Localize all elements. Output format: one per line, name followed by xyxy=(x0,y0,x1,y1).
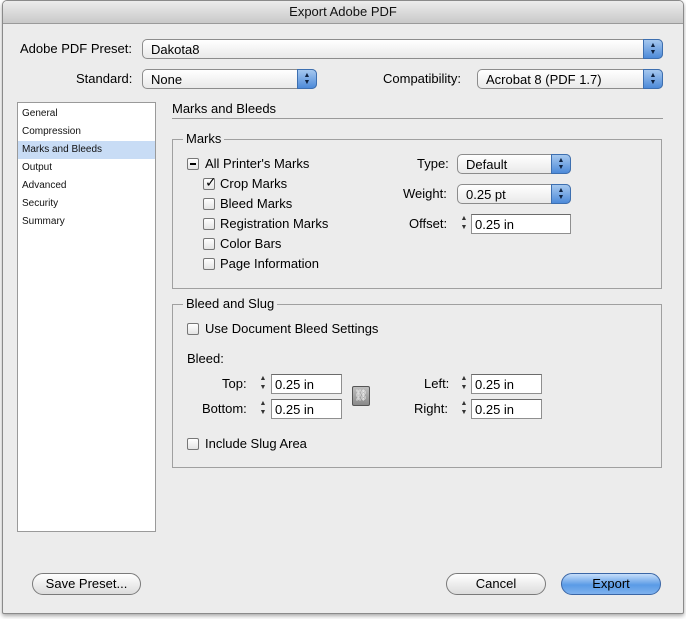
top-label: Top: xyxy=(222,376,247,391)
include-slug-checkbox[interactable] xyxy=(187,438,199,450)
preset-popup[interactable]: Dakota8 ▲ ▼ xyxy=(142,39,663,59)
window-title: Export Adobe PDF xyxy=(3,1,683,24)
sidebar-item-summary[interactable]: Summary xyxy=(18,213,155,231)
popup-arrows-icon: ▲ ▼ xyxy=(551,184,571,204)
right-value: 0.25 in xyxy=(475,402,515,417)
left-stepper-icon[interactable]: ▲ ▼ xyxy=(458,374,470,394)
crop-marks-label: Crop Marks xyxy=(220,176,288,191)
crop-marks-checkbox[interactable]: ✓ xyxy=(203,174,217,190)
compatibility-popup[interactable]: Acrobat 8 (PDF 1.7) ▲ ▼ xyxy=(477,69,663,89)
page-information-checkbox[interactable] xyxy=(203,258,215,270)
marks-group-label: Marks xyxy=(183,131,225,146)
category-list: General Compression Marks and Bleeds Out… xyxy=(17,102,156,532)
compatibility-value: Acrobat 8 (PDF 1.7) xyxy=(486,72,602,87)
offset-label: Offset: xyxy=(409,216,448,231)
bottom-label: Bottom: xyxy=(202,401,247,416)
preset-value: Dakota8 xyxy=(151,42,200,57)
right-label: Right: xyxy=(414,401,448,416)
type-value: Default xyxy=(466,157,508,172)
bleed-slug-group-label: Bleed and Slug xyxy=(183,296,278,311)
popup-arrows-icon: ▲ ▼ xyxy=(643,69,663,89)
sidebar-item-output[interactable]: Output xyxy=(18,159,155,177)
include-slug-label: Include Slug Area xyxy=(205,436,307,451)
bottom-value: 0.25 in xyxy=(275,402,315,417)
right-stepper-icon[interactable]: ▲ ▼ xyxy=(458,399,470,419)
weight-popup[interactable]: 0.25 pt ▲ ▼ xyxy=(457,184,571,204)
section-title: Marks and Bleeds xyxy=(172,101,277,116)
bleed-label: Bleed: xyxy=(187,351,224,366)
section-divider xyxy=(172,118,663,119)
all-printers-marks-checkbox[interactable] xyxy=(187,158,199,170)
preset-label: Adobe PDF Preset: xyxy=(20,41,132,56)
bleed-marks-label: Bleed Marks xyxy=(220,196,293,211)
color-bars-label: Color Bars xyxy=(220,236,282,251)
export-button[interactable]: Export xyxy=(561,573,661,595)
sidebar-item-advanced[interactable]: Advanced xyxy=(18,177,155,195)
standard-popup[interactable]: None ▲ ▼ xyxy=(142,69,317,89)
type-label: Type: xyxy=(417,156,449,171)
compatibility-label: Compatibility: xyxy=(383,71,462,86)
all-printers-marks-label: All Printer's Marks xyxy=(205,156,310,171)
checkmark-icon: ✓ xyxy=(205,174,217,190)
export-pdf-dialog: Export Adobe PDF Adobe PDF Preset: Dakot… xyxy=(2,0,684,614)
use-document-bleed-checkbox[interactable] xyxy=(187,323,199,335)
mixed-state-icon xyxy=(190,163,196,165)
sidebar-item-compression[interactable]: Compression xyxy=(18,123,155,141)
right-field[interactable]: 0.25 in xyxy=(471,399,542,419)
popup-arrows-icon: ▲ ▼ xyxy=(297,69,317,89)
standard-value: None xyxy=(151,72,183,87)
top-field[interactable]: 0.25 in xyxy=(271,374,342,394)
cancel-button[interactable]: Cancel xyxy=(446,573,546,595)
use-document-bleed-label: Use Document Bleed Settings xyxy=(205,321,379,336)
registration-marks-checkbox[interactable] xyxy=(203,218,215,230)
left-value: 0.25 in xyxy=(475,377,515,392)
left-field[interactable]: 0.25 in xyxy=(471,374,542,394)
offset-field[interactable]: 0.25 in xyxy=(471,214,571,234)
top-value: 0.25 in xyxy=(275,377,315,392)
offset-value: 0.25 in xyxy=(475,217,515,232)
page-information-label: Page Information xyxy=(220,256,320,271)
popup-arrows-icon: ▲ ▼ xyxy=(551,154,571,174)
type-popup[interactable]: Default ▲ ▼ xyxy=(457,154,571,174)
sidebar-item-marks-and-bleeds[interactable]: Marks and Bleeds xyxy=(18,141,155,159)
bleed-marks-checkbox[interactable] xyxy=(203,198,215,210)
chain-link-icon[interactable]: ⛓ xyxy=(352,386,370,406)
popup-arrows-icon: ▲ ▼ xyxy=(643,39,663,59)
bottom-stepper-icon[interactable]: ▲ ▼ xyxy=(257,399,269,419)
left-label: Left: xyxy=(424,376,450,391)
registration-marks-label: Registration Marks xyxy=(220,216,329,231)
color-bars-checkbox[interactable] xyxy=(203,238,215,250)
top-stepper-icon[interactable]: ▲ ▼ xyxy=(257,374,269,394)
weight-value: 0.25 pt xyxy=(466,187,506,202)
bottom-field[interactable]: 0.25 in xyxy=(271,399,342,419)
weight-label: Weight: xyxy=(403,186,447,201)
offset-stepper-icon[interactable]: ▲ ▼ xyxy=(458,214,470,234)
sidebar-item-general[interactable]: General xyxy=(18,105,155,123)
save-preset-button[interactable]: Save Preset... xyxy=(32,573,141,595)
sidebar-item-security[interactable]: Security xyxy=(18,195,155,213)
standard-label: Standard: xyxy=(76,71,133,86)
